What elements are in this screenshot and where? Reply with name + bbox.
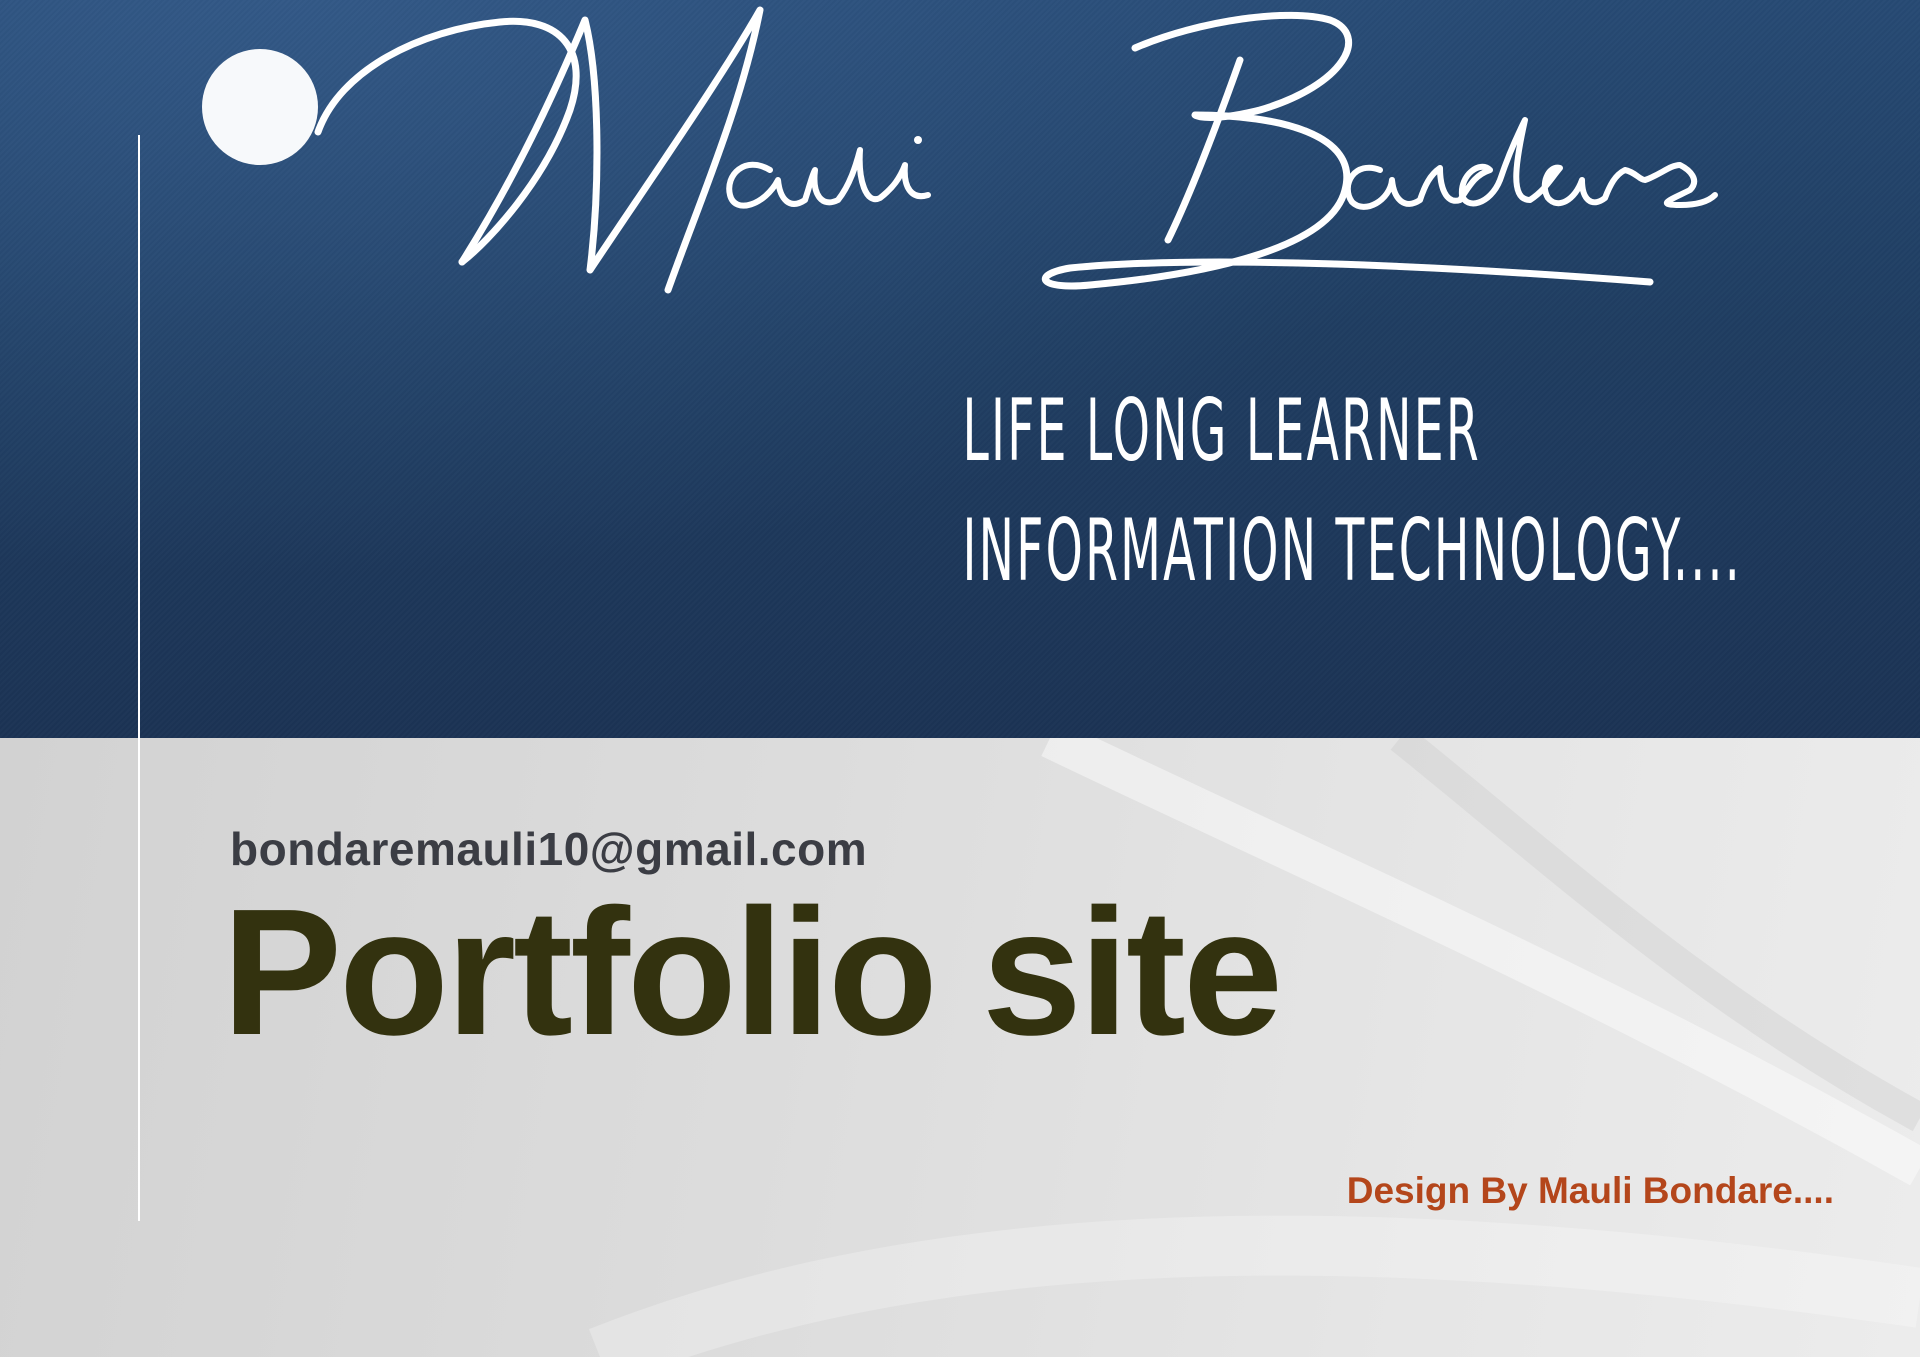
tagline-line-1: LIFE LONG LEARNER: [962, 381, 1481, 481]
hero-banner: LIFE LONG LEARNER INFORMATION TECHNOLOGY…: [0, 0, 1920, 738]
email-address: bondaremauli10@gmail.com: [230, 823, 868, 875]
design-credit: Design By Mauli Bondare....: [1346, 1170, 1834, 1211]
signature-logo: [314, 6, 1718, 294]
tagline-line-2: INFORMATION TECHNOLOGY....: [962, 501, 1742, 601]
vertical-divider: [138, 135, 140, 1221]
page-title: Portfolio site: [222, 872, 1283, 1073]
